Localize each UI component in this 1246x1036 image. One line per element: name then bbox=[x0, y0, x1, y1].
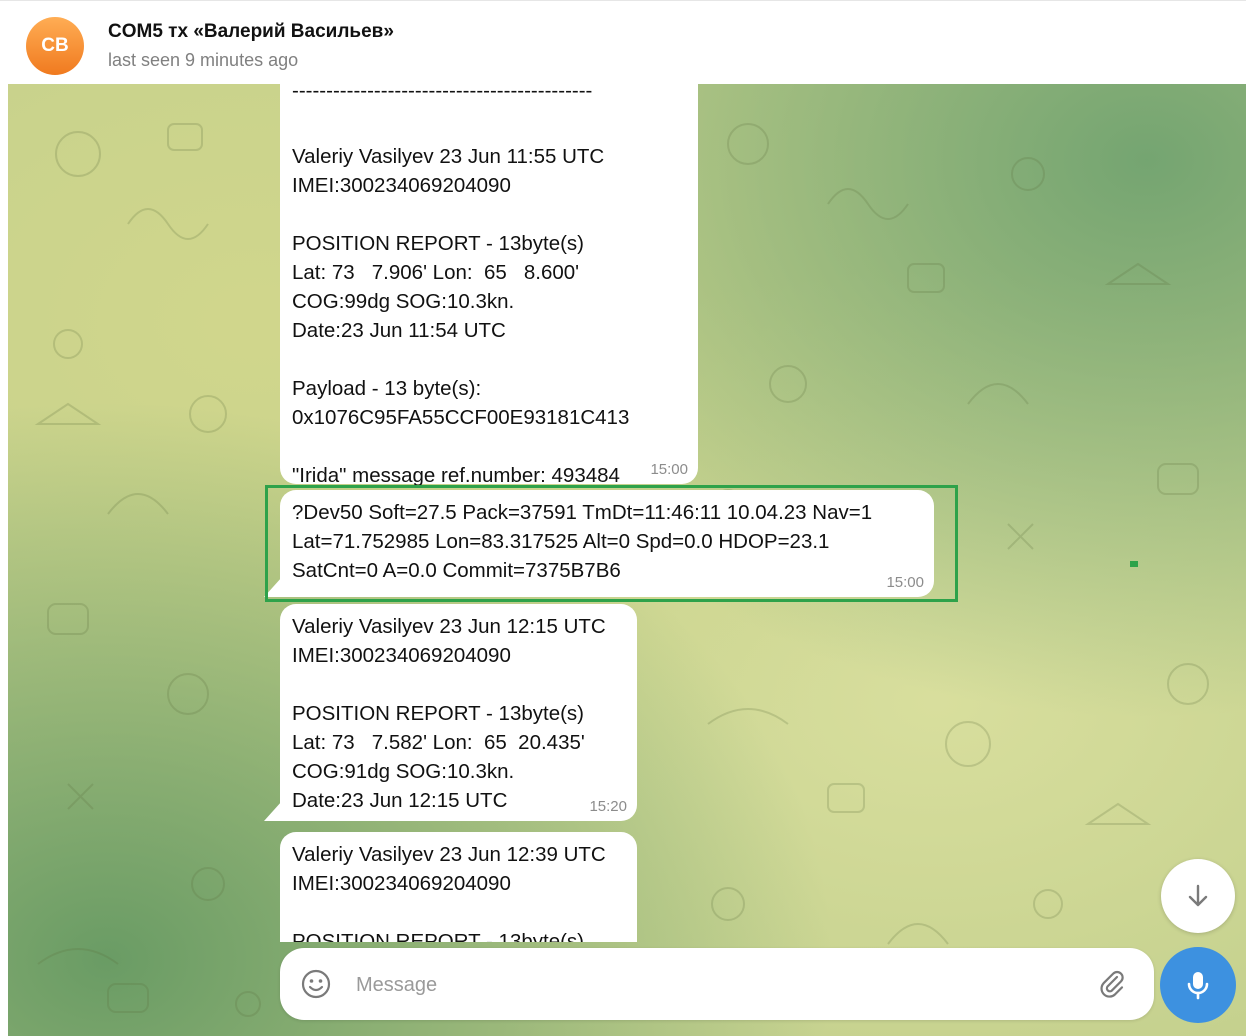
arrow-down-icon bbox=[1188, 884, 1208, 907]
message-time: 15:20 bbox=[589, 798, 627, 815]
message-line: 0x1076C95FA55CCF00E93181C413 bbox=[292, 406, 630, 429]
message-spacer bbox=[292, 898, 625, 927]
message-line: IMEI:300234069204090 bbox=[292, 644, 511, 667]
message-line: Lat: 73 7.906' Lon: 65 8.600' bbox=[292, 261, 580, 284]
chat-header: CB COM5 тх «Валерий Васильев» last seen … bbox=[0, 0, 1246, 84]
message-line: Lat: 73 7.582' Lon: 65 20.435' bbox=[292, 731, 585, 754]
message-line: POSITION REPORT - 13byte(s) bbox=[292, 232, 585, 255]
message-line: POSITION REPORT - 13byte(s) bbox=[292, 702, 585, 725]
message-line: Valeriy Vasilyev 23 Jun 12:15 UTC bbox=[292, 615, 606, 638]
message-line: IMEI:300234069204090 bbox=[292, 872, 511, 895]
message-line: Valeriy Vasilyev 23 Jun 11:55 UTC bbox=[292, 145, 605, 168]
microphone-icon bbox=[1187, 972, 1209, 1000]
message-line: Date:23 Jun 12:15 UTC bbox=[292, 789, 508, 812]
chat-title[interactable]: COM5 тх «Валерий Васильев» bbox=[108, 21, 394, 43]
record-voice-button[interactable] bbox=[1160, 947, 1236, 1023]
last-seen-status: last seen 9 minutes ago bbox=[108, 50, 299, 70]
avatar[interactable]: CB bbox=[26, 17, 84, 75]
message-input[interactable] bbox=[354, 966, 1078, 1004]
highlight-frame bbox=[265, 485, 958, 602]
smiley-icon[interactable] bbox=[300, 968, 332, 1000]
message-spacer bbox=[292, 670, 625, 699]
message-line: ----------------------------------------… bbox=[292, 84, 593, 102]
message-bubble[interactable]: Valeriy Vasilyev 23 Jun 12:15 UTC IMEI:3… bbox=[280, 604, 637, 821]
message-line: Date:23 Jun 11:54 UTC bbox=[292, 319, 506, 342]
message-line: COG:99dg SOG:10.3kn. bbox=[292, 290, 515, 313]
message-line: IMEI:300234069204090 bbox=[292, 174, 511, 197]
message-bubble[interactable]: ----------------------------------------… bbox=[280, 84, 698, 487]
avatar-initials: CB bbox=[41, 35, 69, 56]
message-composer bbox=[280, 948, 1154, 1020]
message-line: Payload - 13 byte(s): bbox=[292, 377, 482, 400]
message-line: COG:91dg SOG:10.3kn. bbox=[292, 760, 515, 783]
annotation-marker bbox=[1130, 561, 1138, 567]
message-spacer bbox=[292, 200, 686, 229]
message-time: 15:00 bbox=[650, 461, 688, 478]
message-spacer bbox=[292, 432, 686, 461]
message-line: Valeriy Vasilyev 23 Jun 12:39 UTC bbox=[292, 843, 606, 866]
message-spacer bbox=[292, 102, 686, 142]
scroll-down-button[interactable] bbox=[1161, 859, 1235, 933]
paperclip-icon[interactable] bbox=[1096, 968, 1128, 1000]
message-line: POSITION REPORT - 13byte(s) bbox=[292, 930, 585, 942]
message-bubble[interactable]: Valeriy Vasilyev 23 Jun 12:39 UTC IMEI:3… bbox=[280, 832, 637, 942]
message-spacer bbox=[292, 345, 686, 374]
